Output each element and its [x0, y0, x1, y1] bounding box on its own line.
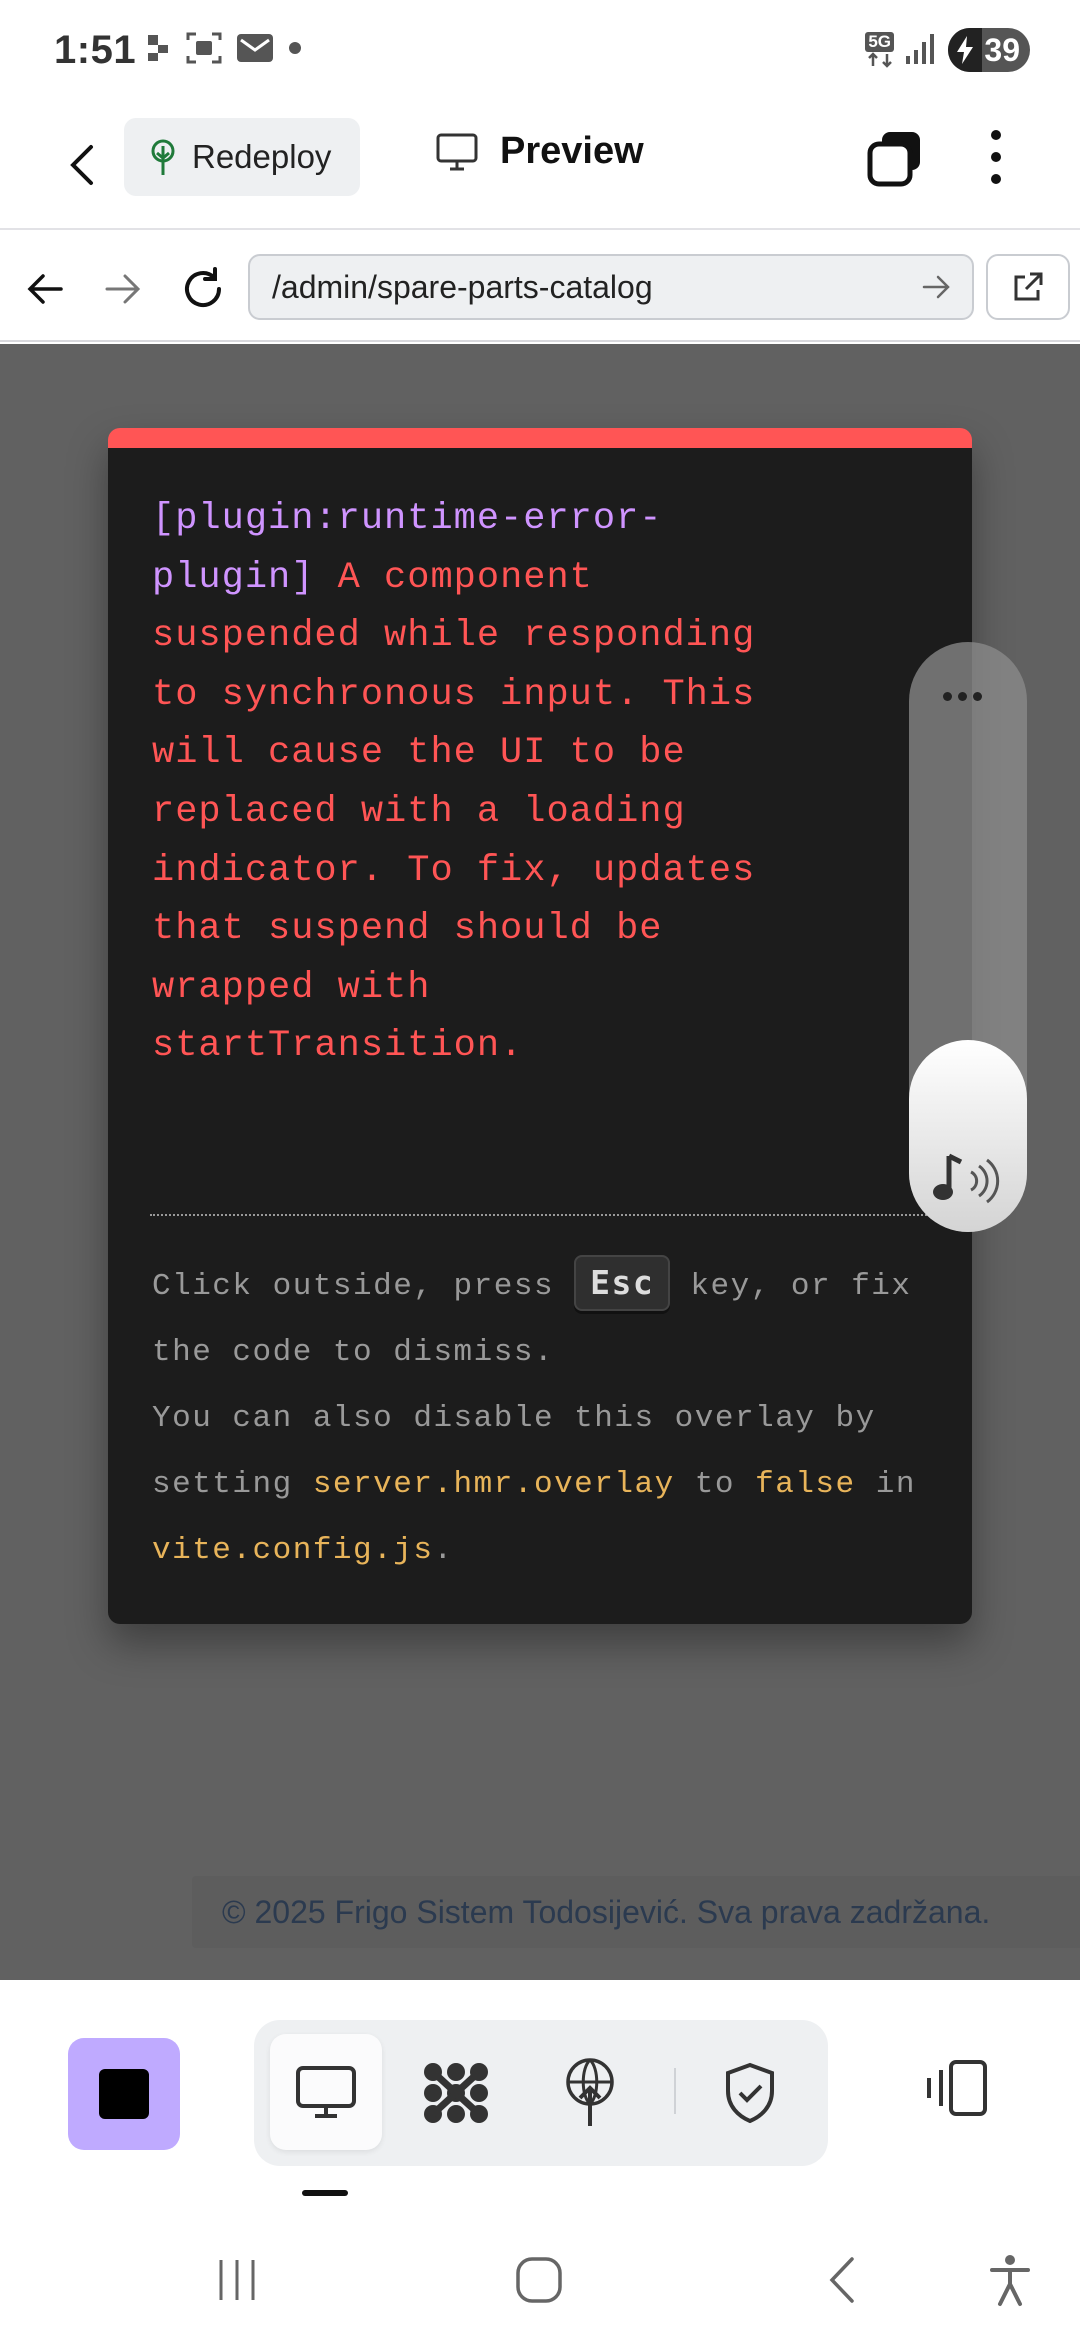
home-icon — [516, 2257, 562, 2303]
accessibility-icon — [990, 2255, 1030, 2306]
stop-icon — [99, 2069, 149, 2119]
external-link-icon — [1014, 272, 1043, 301]
deploy-icon — [566, 2058, 614, 2126]
5g-icon: 5G — [865, 32, 894, 68]
page-footer: © 2025 Frigo Sistem Todosijević. Sva pra… — [192, 1876, 1080, 1948]
notification-icons — [148, 30, 302, 71]
tabs-button[interactable] — [866, 128, 924, 188]
back-icon — [829, 2257, 854, 2303]
url-text: /admin/spare-parts-catalog — [272, 268, 653, 305]
reload-button[interactable] — [176, 262, 230, 316]
browser-back-button[interactable] — [18, 262, 72, 316]
error-text: A component suspended while responding t… — [152, 556, 756, 1068]
tip-to: to — [674, 1467, 756, 1502]
clock: 1:51 — [54, 28, 137, 72]
reload-icon — [185, 267, 221, 307]
browser-forward-button[interactable] — [96, 262, 150, 316]
copyright-text: © 2025 Frigo Sistem Todosijević. Sva pra… — [222, 1893, 991, 1930]
bottom-toolbar — [0, 1980, 1080, 2200]
browser-url-bar: /admin/spare-parts-catalog — [0, 232, 1080, 342]
tab-preview[interactable] — [270, 2034, 382, 2150]
monitor-icon — [436, 133, 478, 170]
shield-check-icon — [726, 2062, 774, 2124]
preview-viewport[interactable]: [plugin:runtime-error- plugin] A compone… — [0, 344, 1080, 1980]
tip-in: in — [855, 1467, 916, 1502]
screenshot-icon — [186, 30, 222, 71]
error-overlay: [plugin:runtime-error- plugin] A compone… — [108, 428, 972, 1624]
system-back-button[interactable] — [822, 2250, 862, 2310]
arrow-right-icon — [105, 274, 141, 304]
mail-icon — [236, 32, 274, 69]
system-navigation-bar — [0, 2210, 1080, 2340]
music-sound-icon — [933, 1153, 1000, 1204]
tab-indicator — [302, 2190, 348, 2196]
floating-volume-control[interactable] — [909, 642, 1027, 1232]
panel-toggle-button[interactable] — [916, 2048, 996, 2128]
view-switcher — [254, 2020, 828, 2166]
more-options-button[interactable] — [976, 124, 1016, 190]
dots-icon — [148, 33, 172, 68]
recents-icon — [219, 2260, 255, 2300]
network-type: 5G — [865, 32, 894, 52]
app-header: Redeploy Preview — [0, 100, 1080, 230]
more-vertical-icon — [991, 130, 1001, 140]
page-title-text: Preview — [500, 130, 644, 172]
redeploy-button[interactable]: Redeploy — [124, 118, 360, 196]
open-external-button[interactable] — [986, 254, 1070, 320]
esc-key: Esc — [574, 1255, 671, 1311]
setting-code: server.hmr.overlay — [312, 1467, 675, 1502]
recents-button[interactable] — [210, 2250, 264, 2310]
more-horizontal-icon[interactable] — [943, 692, 982, 701]
page-title: Preview — [436, 130, 644, 173]
system-icons: 5G 39 — [865, 28, 1030, 72]
nodes-icon — [424, 2063, 488, 2123]
monitor-icon — [296, 2066, 356, 2118]
config-file-code: vite.config.js — [152, 1533, 434, 1568]
arrow-right-icon — [922, 275, 950, 299]
tree-icon — [151, 139, 175, 175]
separator — [674, 2068, 676, 2114]
volume-slider-knob[interactable] — [909, 1040, 1027, 1232]
url-input[interactable]: /admin/spare-parts-catalog — [248, 254, 974, 320]
signal-icon — [904, 30, 938, 71]
tab-nodes[interactable] — [400, 2020, 512, 2166]
tab-security[interactable] — [694, 2020, 806, 2166]
redeploy-label: Redeploy — [192, 138, 332, 175]
tabs-icon — [867, 132, 920, 187]
status-bar: 1:51 5G 39 — [0, 0, 1080, 100]
home-button[interactable] — [512, 2250, 566, 2310]
arrow-left-icon — [27, 274, 63, 304]
chevron-left-icon — [70, 145, 93, 185]
battery-level: 39 — [984, 31, 1020, 68]
tab-deploy[interactable] — [534, 2020, 646, 2166]
divider — [150, 1214, 950, 1216]
tip-prefix: Click outside, press — [152, 1269, 575, 1304]
stop-button[interactable] — [68, 2038, 180, 2150]
panel-toggle-icon — [927, 2060, 987, 2116]
false-code: false — [755, 1467, 856, 1502]
error-tip: Click outside, press Esc key, or fix the… — [152, 1254, 932, 1584]
error-message: [plugin:runtime-error- plugin] A compone… — [152, 490, 892, 1076]
go-button[interactable] — [922, 270, 952, 312]
battery-charging-icon: 39 — [948, 28, 1030, 72]
back-button[interactable] — [52, 130, 112, 200]
dot-icon — [288, 41, 302, 60]
tip-end: . — [433, 1533, 454, 1568]
accessibility-button[interactable] — [986, 2250, 1034, 2310]
bolt-icon — [948, 28, 982, 72]
